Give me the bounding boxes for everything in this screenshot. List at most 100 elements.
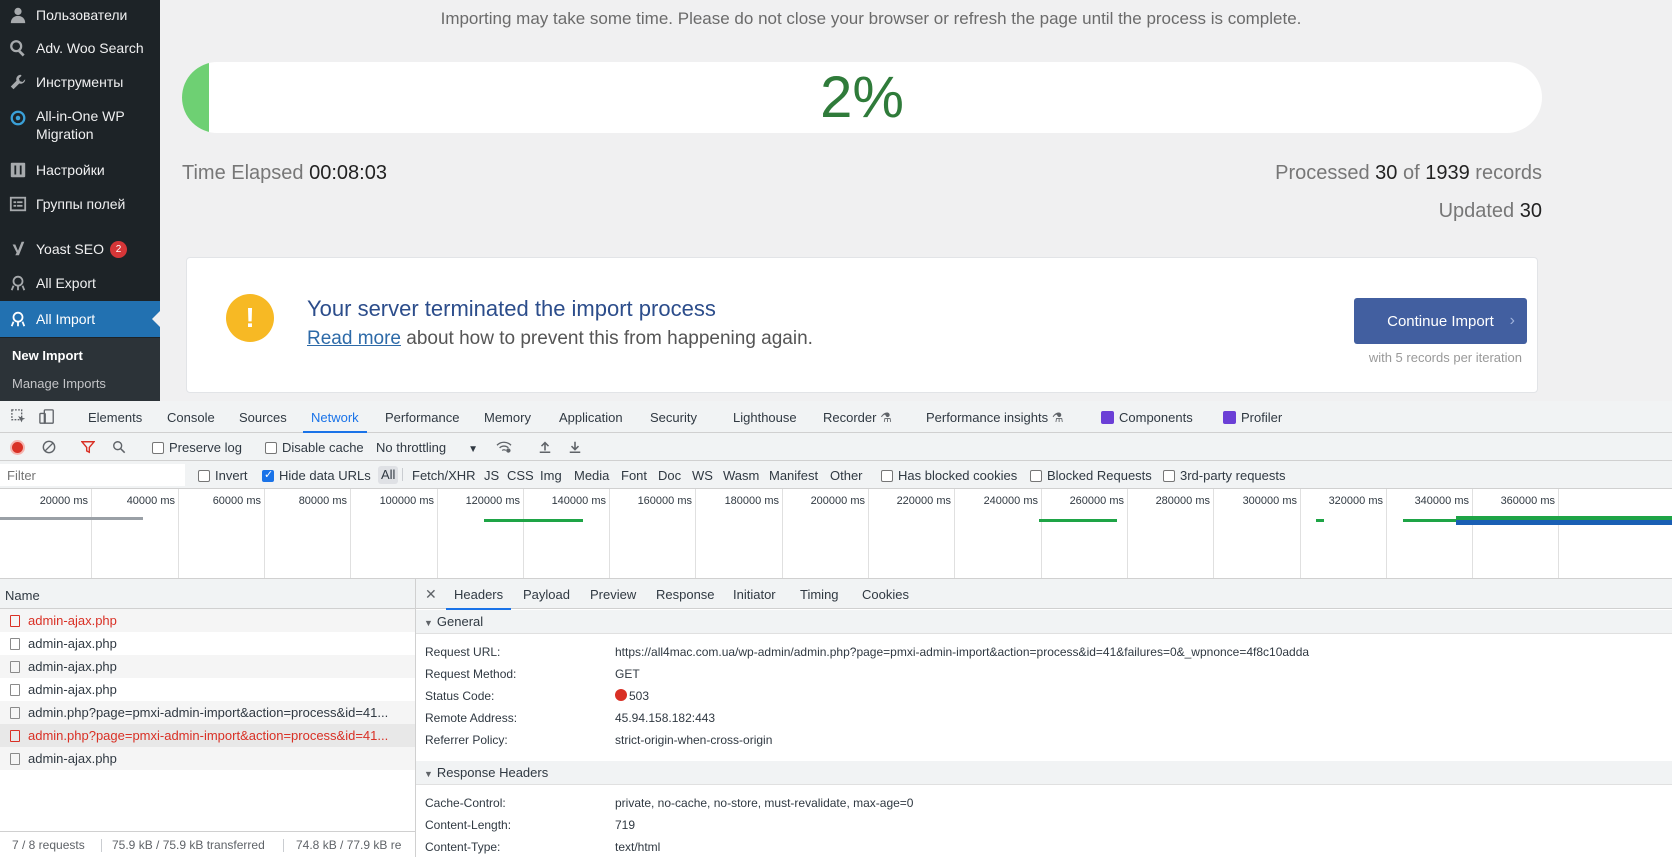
- timeline-tick-label: 120000 ms: [465, 495, 520, 507]
- device-toolbar-icon[interactable]: [38, 408, 56, 426]
- filter-type-css[interactable]: CSS: [507, 468, 534, 483]
- submenu-manage-imports[interactable]: Manage Imports: [12, 376, 106, 391]
- tab-network[interactable]: Network: [303, 410, 367, 433]
- document-icon: [10, 638, 20, 650]
- filter-type-ws[interactable]: WS: [692, 468, 713, 483]
- request-row[interactable]: admin.php?page=pmxi-admin-import&action=…: [0, 701, 415, 724]
- filter-input[interactable]: [0, 464, 185, 486]
- tab-memory[interactable]: Memory: [484, 410, 531, 425]
- throttling-select[interactable]: No throttling ▼: [376, 440, 478, 455]
- request-name: admin-ajax.php: [28, 613, 117, 628]
- filter-type-img[interactable]: Img: [540, 468, 562, 483]
- request-row[interactable]: admin-ajax.php: [0, 655, 415, 678]
- response-headers-section-header[interactable]: ▼ Response Headers: [416, 761, 1672, 785]
- sidebar-item-label: Группы полей: [36, 196, 126, 212]
- tab-cookies[interactable]: Cookies: [862, 587, 909, 602]
- filter-type-font[interactable]: Font: [621, 468, 647, 483]
- sidebar-item-tools[interactable]: Инструменты: [0, 69, 160, 95]
- filter-type-doc[interactable]: Doc: [658, 468, 681, 483]
- referrer-policy-key: Referrer Policy:: [425, 733, 508, 747]
- sidebar-item-field-groups[interactable]: Группы полей: [0, 191, 160, 217]
- tab-performance[interactable]: Performance: [385, 410, 459, 425]
- sidebar-item-all-export[interactable]: All Export: [0, 270, 160, 296]
- request-row[interactable]: admin-ajax.php: [0, 678, 415, 701]
- filter-type-wasm[interactable]: Wasm: [723, 468, 759, 483]
- close-icon[interactable]: ✕: [425, 586, 437, 603]
- tab-performance-insights-label: Performance insights: [926, 410, 1049, 425]
- sidebar-item-all-import[interactable]: All Import: [0, 301, 160, 337]
- blocked-requests-checkbox[interactable]: Blocked Requests: [1030, 468, 1152, 483]
- import-icon: [0, 310, 36, 328]
- checkbox-box: [198, 470, 210, 482]
- filter-type-fetch-xhr[interactable]: Fetch/XHR: [412, 468, 476, 483]
- tab-performance-insights[interactable]: Performance insights ⚗: [926, 410, 1063, 426]
- timeline-tick-label: 280000 ms: [1155, 495, 1210, 507]
- filter-type-other[interactable]: Other: [830, 468, 863, 483]
- filter-type-all[interactable]: All: [378, 466, 399, 484]
- filter-type-js[interactable]: JS: [484, 468, 499, 483]
- name-column-header[interactable]: Name: [0, 579, 415, 609]
- third-party-requests-checkbox[interactable]: 3rd-party requests: [1163, 468, 1286, 483]
- export-har-icon[interactable]: [567, 439, 583, 455]
- disable-cache-checkbox[interactable]: Disable cache: [265, 440, 364, 455]
- of-label: of: [1402, 162, 1420, 184]
- tab-application[interactable]: Application: [559, 410, 623, 425]
- processed-count: 30: [1375, 162, 1398, 184]
- general-section-header[interactable]: ▼ General: [416, 610, 1672, 634]
- request-row[interactable]: admin-ajax.php: [0, 609, 415, 632]
- tab-preview[interactable]: Preview: [590, 587, 636, 602]
- react-icon: [1223, 411, 1236, 424]
- request-row[interactable]: admin-ajax.php: [0, 747, 415, 770]
- sidebar-item-yoast-seo[interactable]: Yoast SEO 2: [0, 236, 160, 262]
- network-timeline-overview[interactable]: 20000 ms 40000 ms 60000 ms 80000 ms 100000 m…: [0, 489, 1672, 579]
- request-method-key: Request Method:: [425, 667, 517, 681]
- has-blocked-cookies-checkbox[interactable]: Has blocked cookies: [881, 468, 1017, 483]
- hide-data-urls-checkbox[interactable]: Hide data URLs: [262, 468, 371, 483]
- filter-type-manifest[interactable]: Manifest: [769, 468, 818, 483]
- request-details-panel: ✕ Headers Payload Preview Response Initi…: [416, 579, 1672, 857]
- tab-payload[interactable]: Payload: [523, 587, 570, 602]
- tab-console[interactable]: Console: [167, 410, 215, 425]
- network-status-bar: 7 / 8 requests 75.9 kB / 75.9 kB transfe…: [0, 831, 415, 857]
- network-conditions-icon[interactable]: [495, 439, 513, 455]
- tab-initiator[interactable]: Initiator: [733, 587, 776, 602]
- request-name: admin-ajax.php: [28, 659, 117, 674]
- inspect-element-icon[interactable]: [10, 408, 28, 426]
- continue-import-label: Continue Import: [1387, 312, 1494, 330]
- tab-headers[interactable]: Headers: [445, 587, 512, 610]
- continue-import-button[interactable]: Continue Import ›: [1354, 298, 1527, 344]
- request-count: 7 / 8 requests: [12, 838, 85, 852]
- read-more-link[interactable]: Read more: [307, 328, 401, 349]
- devtools-panel: Elements Console Sources Network Perform…: [0, 401, 1672, 857]
- records-label: records: [1475, 162, 1542, 184]
- tab-response[interactable]: Response: [656, 587, 715, 602]
- clear-icon[interactable]: [41, 439, 57, 455]
- tab-recorder[interactable]: Recorder ⚗: [823, 410, 892, 426]
- filter-type-media[interactable]: Media: [574, 468, 609, 483]
- timeline-request-bar: [484, 519, 583, 522]
- tab-security[interactable]: Security: [650, 410, 697, 425]
- timeline-tick-label: 40000 ms: [126, 495, 175, 507]
- filter-icon[interactable]: [80, 439, 96, 455]
- devtools-tab-strip: Elements Console Sources Network Perform…: [0, 401, 1672, 433]
- tab-timing[interactable]: Timing: [800, 587, 839, 602]
- preserve-log-checkbox[interactable]: Preserve log: [152, 440, 242, 455]
- tab-elements[interactable]: Elements: [88, 410, 142, 425]
- sidebar-item-users[interactable]: Пользователи: [0, 2, 160, 28]
- tab-lighthouse[interactable]: Lighthouse: [733, 410, 797, 425]
- request-row[interactable]: admin-ajax.php: [0, 632, 415, 655]
- tab-sources[interactable]: Sources: [239, 410, 287, 425]
- sidebar-item-all-in-one-migration[interactable]: All-in-One WP Migration: [0, 103, 160, 147]
- timeline-gridline: [523, 489, 524, 578]
- import-har-icon[interactable]: [537, 439, 553, 455]
- record-icon[interactable]: [10, 440, 25, 455]
- sidebar-item-adv-woo-search[interactable]: Adv. Woo Search: [0, 35, 160, 61]
- request-method-value: GET: [615, 667, 640, 681]
- invert-checkbox[interactable]: Invert: [198, 468, 248, 483]
- submenu-new-import[interactable]: New Import: [12, 348, 83, 363]
- tab-components[interactable]: Components: [1101, 410, 1193, 425]
- search-icon[interactable]: [111, 439, 127, 455]
- request-row[interactable]: admin.php?page=pmxi-admin-import&action=…: [0, 724, 415, 747]
- tab-profiler[interactable]: Profiler: [1223, 410, 1282, 425]
- sidebar-item-settings[interactable]: Настройки: [0, 157, 160, 183]
